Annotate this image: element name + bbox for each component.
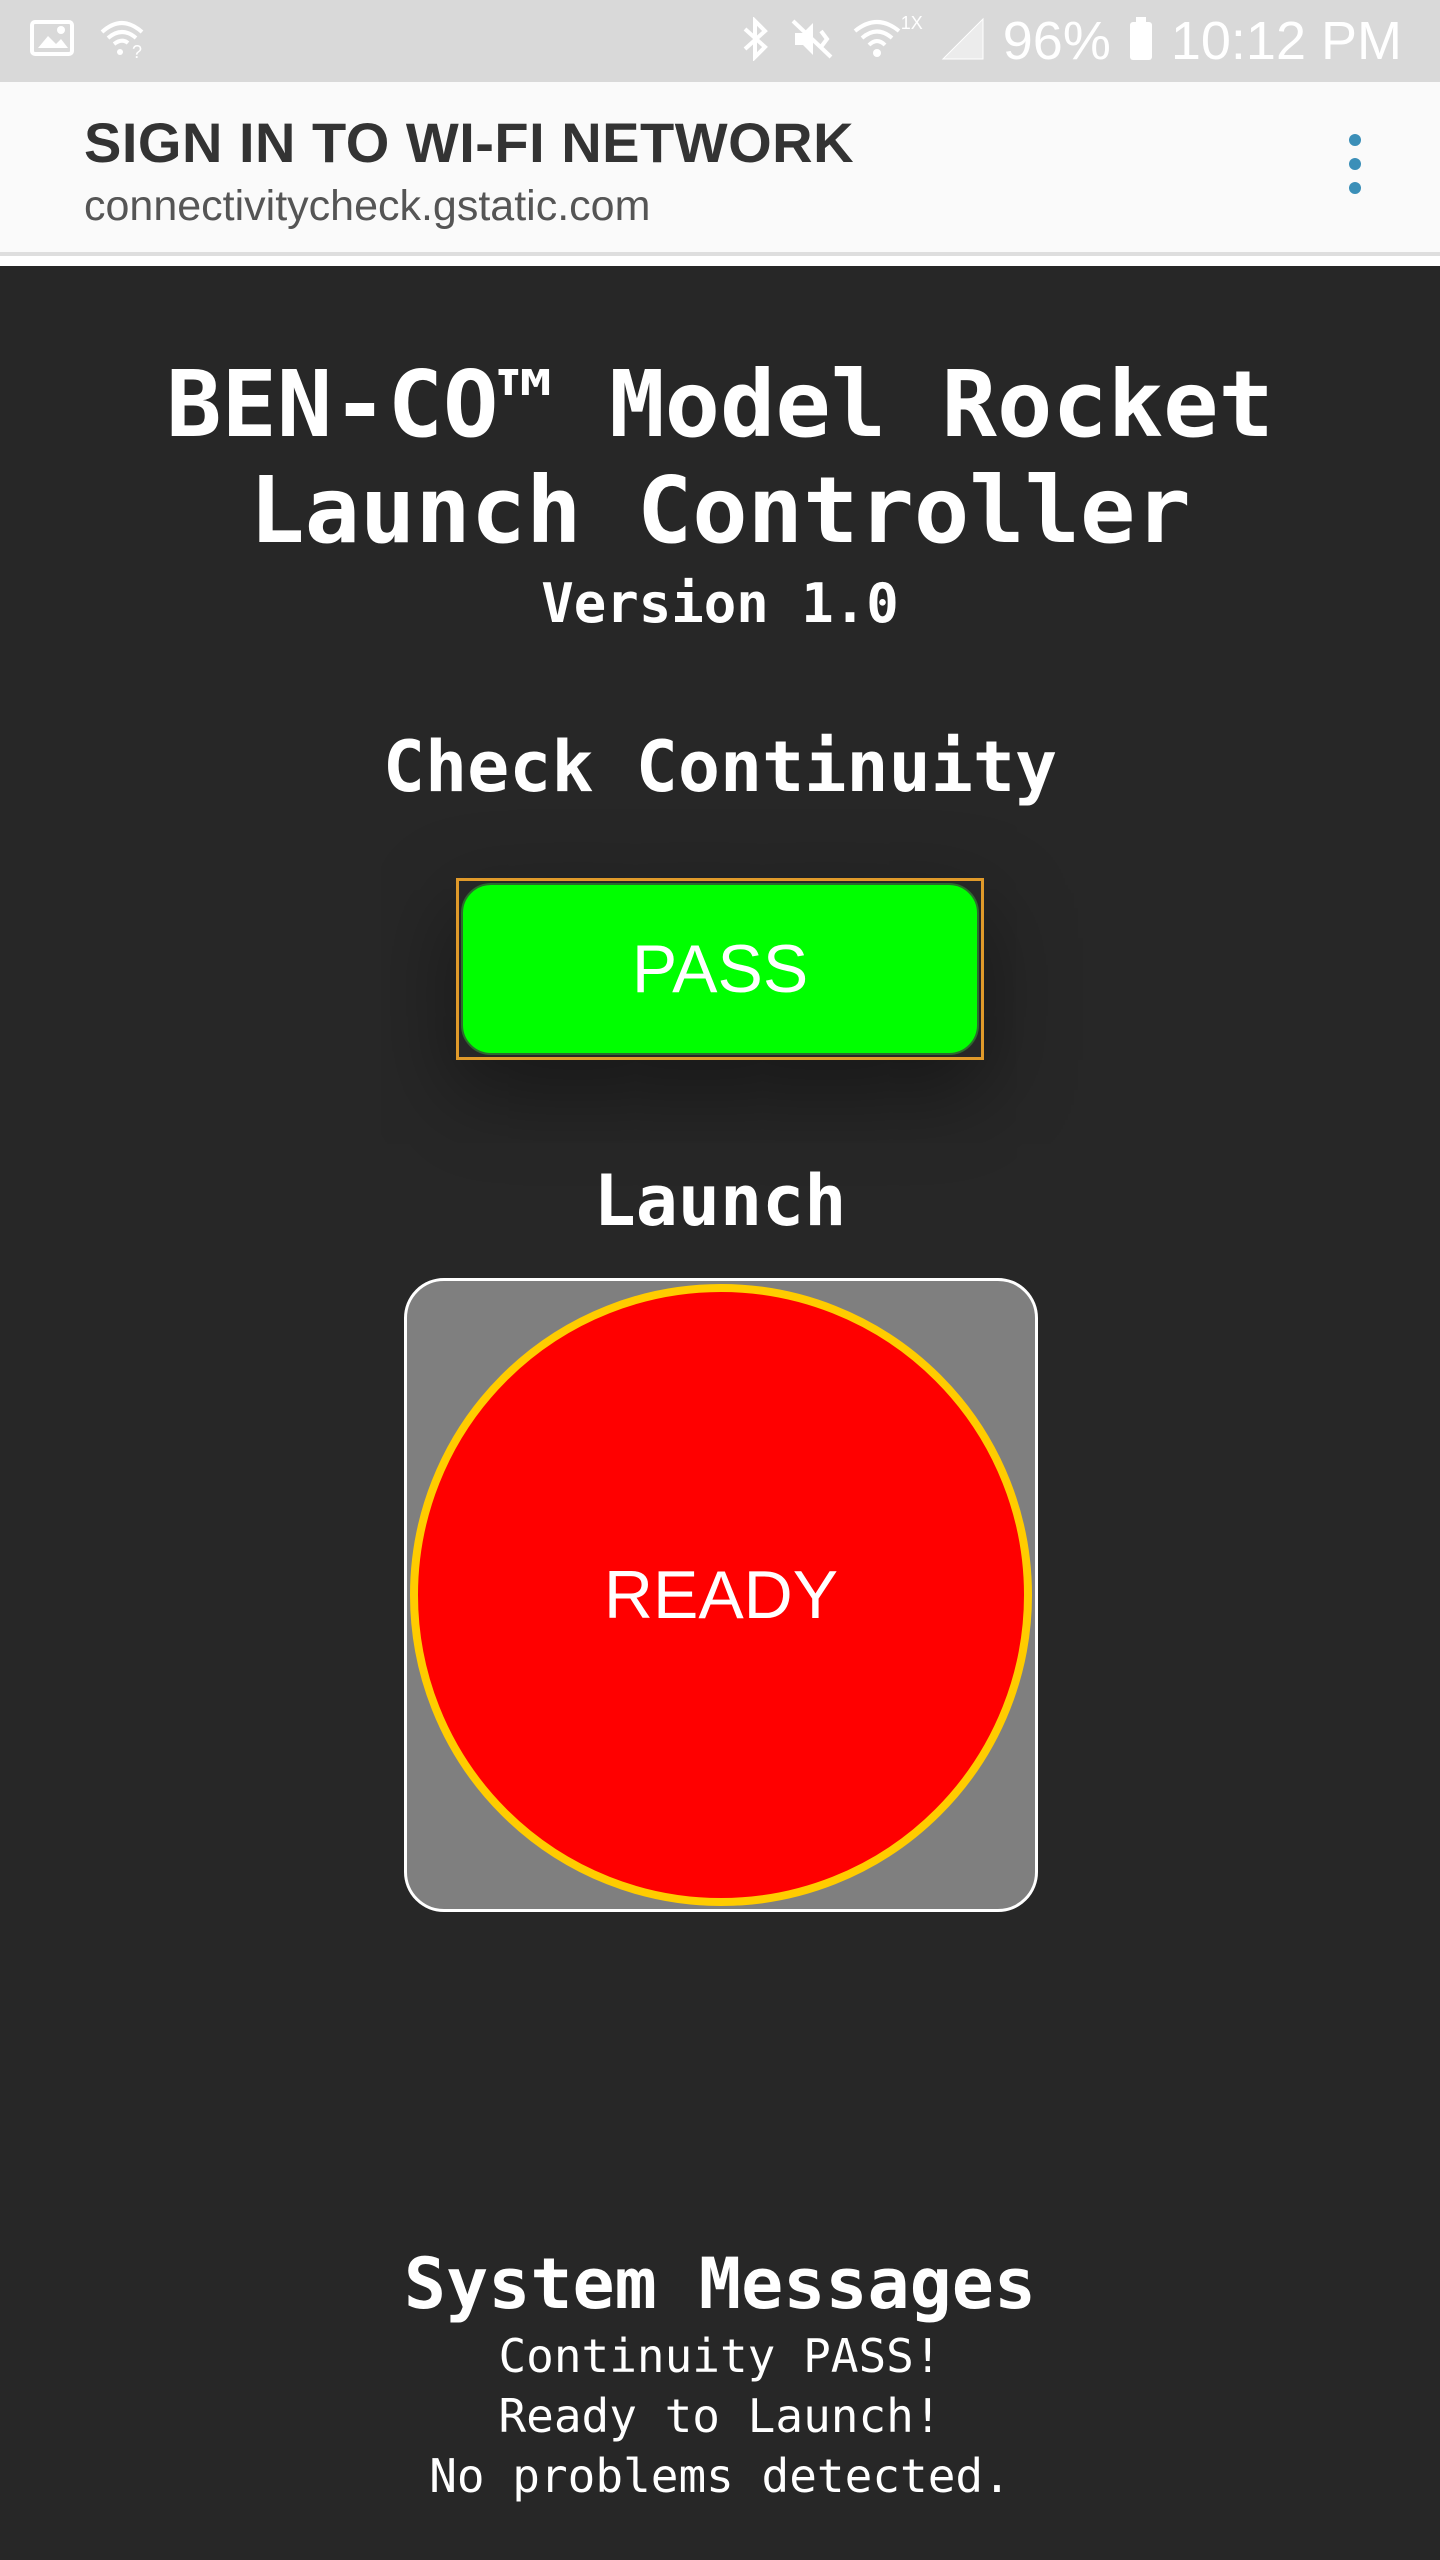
page-title-line2: Launch Controller	[249, 457, 1191, 564]
version-label: Version 1.0	[541, 572, 899, 635]
more-vert-icon[interactable]	[1320, 124, 1390, 204]
bluetooth-icon	[741, 15, 771, 66]
signal-icon	[941, 17, 985, 66]
image-icon	[30, 18, 74, 63]
page-title-line1: BEN-CO™ Model Rocket	[166, 351, 1274, 458]
appbar-url: connectivitycheck.gstatic.com	[84, 182, 651, 230]
battery-icon	[1129, 16, 1153, 66]
battery-percent: 96%	[1002, 11, 1111, 71]
system-message: Continuity PASS!	[498, 2329, 942, 2383]
svg-text:?: ?	[132, 42, 142, 58]
clock: 10:12 PM	[1170, 11, 1402, 71]
launch-button-panel: READY	[404, 1278, 1038, 1912]
page-title: BEN-CO™ Model Rocket Launch Controller	[0, 352, 1440, 564]
menu-dot	[1349, 134, 1361, 146]
mute-vibrate-icon	[789, 17, 835, 66]
status-right: 1X 96% 10:12 PM	[741, 10, 1402, 72]
continuity-heading: Check Continuity	[382, 726, 1058, 808]
system-message: Ready to Launch!	[498, 2389, 942, 2443]
system-messages-heading: System Messages	[403, 2243, 1037, 2325]
menu-dot	[1349, 158, 1361, 170]
continuity-check-button[interactable]: PASS	[461, 883, 979, 1055]
status-bar: ? 1X 96% 10:12 PM	[0, 0, 1440, 82]
wifi-question-icon: ?	[98, 18, 146, 63]
page-top-strip	[0, 256, 1440, 266]
wifi-icon	[853, 17, 901, 66]
menu-dot	[1349, 182, 1361, 194]
launch-button[interactable]: READY	[410, 1284, 1032, 1906]
app-bar: SIGN IN TO WI-FI NETWORK connectivityche…	[0, 82, 1440, 256]
launch-heading: Launch	[593, 1160, 847, 1242]
network-type: 1X	[900, 12, 923, 33]
system-messages: System Messages Continuity PASS! Ready t…	[0, 2242, 1440, 2506]
status-left: ?	[30, 18, 146, 63]
launch-controller-page: BEN-CO™ Model Rocket Launch Controller V…	[0, 266, 1440, 2560]
continuity-button-frame: PASS	[456, 878, 984, 1060]
system-message: No problems detected.	[429, 2449, 1011, 2503]
appbar-title: SIGN IN TO WI-FI NETWORK	[84, 111, 855, 174]
